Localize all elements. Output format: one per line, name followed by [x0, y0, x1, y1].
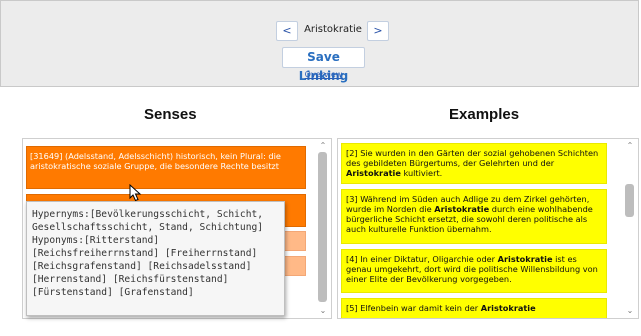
word-navigation: < Aristokratie >: [0, 21, 641, 41]
current-word: Aristokratie: [304, 24, 362, 35]
example-text: [5] Elfenbein war damit kein der: [346, 303, 481, 313]
example-item[interactable]: [5] Elfenbein war damit kein der Aristok…: [341, 298, 607, 318]
scroll-up-icon[interactable]: ⌃: [317, 141, 329, 151]
example-keyword: Aristokratie: [346, 168, 401, 178]
scroll-up-icon[interactable]: ⌃: [624, 141, 636, 151]
overview-link[interactable]: Overview: [280, 70, 367, 79]
next-word-button[interactable]: >: [367, 21, 389, 41]
tooltip-line: [Reichsgrafenstand] [Reichsadelsstand]: [32, 261, 252, 272]
sense-item[interactable]: [31649] (Adelsstand, Adelsschicht) histo…: [26, 146, 306, 189]
scroll-thumb[interactable]: [625, 184, 634, 217]
examples-scrollbar[interactable]: ⌃ ⌄: [624, 141, 636, 316]
example-item[interactable]: [3] Während im Süden auch Adlige zu dem …: [341, 189, 607, 244]
example-item[interactable]: [2] Sie wurden in den Gärten der sozial …: [341, 143, 607, 184]
examples-panel: [2] Sie wurden in den Gärten der sozial …: [337, 138, 639, 319]
example-text: [2] Sie wurden in den Gärten der sozial …: [346, 148, 599, 168]
example-keyword: Aristokratie: [497, 254, 553, 264]
scroll-down-icon[interactable]: ⌄: [317, 306, 329, 316]
mouse-cursor-icon: [129, 184, 142, 202]
tooltip-line: Hypernyms:[Bevölkerungsschicht, Schicht,: [32, 209, 264, 220]
example-item[interactable]: [4] In einer Diktatur, Oligarchie oder A…: [341, 249, 607, 293]
tooltip-line: [Herrenstand] [Reichsfürstenstand]: [32, 274, 229, 285]
example-keyword: Aristokratie: [480, 303, 536, 313]
relations-tooltip: Hypernyms:[Bevölkerungsschicht, Schicht,…: [26, 201, 285, 316]
tooltip-line: Hyponyms:[Ritterstand]: [32, 235, 160, 246]
tooltip-line: [Fürstenstand] [Grafenstand]: [32, 287, 194, 298]
scroll-thumb[interactable]: [318, 152, 327, 302]
senses-scrollbar[interactable]: ⌃ ⌄: [317, 141, 329, 316]
senses-heading: Senses: [144, 106, 197, 123]
example-text: [4] In einer Diktatur, Oligarchie oder: [346, 254, 498, 264]
save-linking-button[interactable]: Save Linking: [282, 47, 365, 83]
tooltip-line: Gesellschaftsschicht, Stand, Schichtung]: [32, 222, 264, 233]
example-text: kultiviert.: [400, 168, 443, 178]
prev-word-button[interactable]: <: [276, 21, 298, 41]
tooltip-line: [Reichsfreiherrnstand] [Freiherrnstand]: [32, 248, 258, 259]
scroll-down-icon[interactable]: ⌄: [624, 306, 636, 316]
examples-heading: Examples: [449, 106, 520, 123]
example-keyword: Aristokratie: [434, 204, 490, 214]
